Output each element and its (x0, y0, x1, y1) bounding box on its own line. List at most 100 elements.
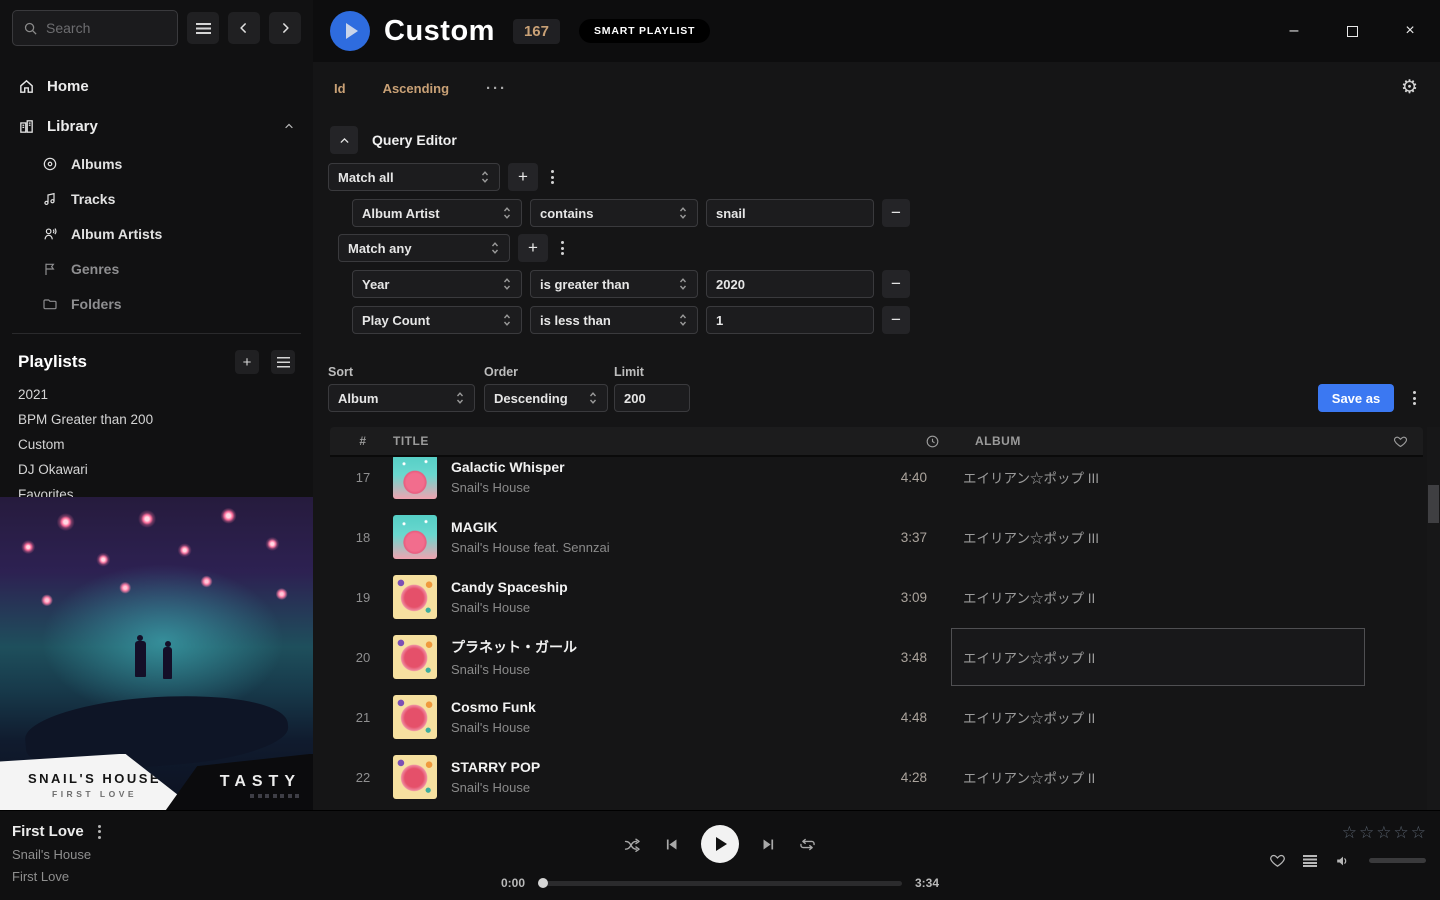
rule-operator-select[interactable]: contains (530, 199, 698, 227)
match-type-select[interactable]: Match all (328, 163, 500, 191)
scrollbar-thumb[interactable] (1428, 485, 1439, 523)
rule-operator-select[interactable]: is greater than (530, 270, 698, 298)
order-select[interactable]: Descending (484, 384, 608, 412)
sidebar-item-albums[interactable]: Albums (42, 146, 301, 181)
forward-button[interactable] (269, 12, 301, 44)
match-type-select[interactable]: Match any (338, 234, 510, 262)
volume-icon[interactable] (1334, 853, 1352, 869)
sidebar-item-folders[interactable]: Folders (42, 286, 301, 321)
queue-icon[interactable] (1303, 855, 1317, 867)
sidebar-item-home[interactable]: Home (12, 66, 301, 106)
column-header-favorite[interactable] (1378, 434, 1423, 449)
playlist-list-button[interactable] (271, 350, 295, 374)
star-icon[interactable]: ☆ (1359, 823, 1374, 843)
menu-button[interactable] (187, 12, 219, 44)
table-scrollbar[interactable] (1427, 427, 1440, 810)
add-playlist-button[interactable]: + (235, 350, 259, 374)
column-header-duration[interactable] (870, 434, 940, 449)
player-bar: First Love Snail's House First Love (0, 810, 1440, 900)
sort-order-control[interactable]: Ascending (383, 81, 449, 96)
track-artist[interactable]: Snail's House (451, 600, 857, 615)
remove-rule-button[interactable]: − (882, 199, 910, 227)
now-playing-album[interactable]: First Love (12, 869, 101, 884)
query-editor-collapse-button[interactable] (330, 126, 358, 154)
track-row[interactable]: 18 MAGIK Snail's House feat. Sennzai 3:3… (313, 507, 1440, 567)
rule-value-input[interactable] (716, 206, 864, 221)
now-playing-menu-button[interactable] (98, 825, 101, 839)
play-playlist-button[interactable] (330, 11, 370, 51)
track-artist[interactable]: Snail's House feat. Sennzai (451, 540, 857, 555)
repeat-button[interactable] (798, 836, 817, 853)
gear-icon[interactable]: ⚙ (1401, 76, 1418, 99)
sidebar-item-genres[interactable]: Genres (42, 251, 301, 286)
seek-slider[interactable] (538, 881, 902, 886)
track-artist[interactable]: Snail's House (451, 720, 857, 735)
play-pause-button[interactable] (701, 825, 739, 863)
track-album-cell[interactable]: エイリアン☆ポップ II (951, 748, 1365, 806)
now-playing-cover-art[interactable]: SNAIL'S HOUSE FIRST LOVE TASTY (0, 497, 313, 810)
previous-track-button[interactable] (663, 836, 680, 853)
column-header-title[interactable]: TITLE (393, 434, 870, 448)
track-row[interactable]: 21 Cosmo Funk Snail's House 4:48 エイリアン☆ポ… (313, 687, 1440, 747)
rating-stars[interactable]: ☆☆☆☆☆ (1342, 823, 1426, 843)
save-as-button[interactable]: Save as (1318, 384, 1394, 412)
track-artist[interactable]: Snail's House (451, 480, 857, 495)
sidebar-item-library[interactable]: Library (12, 106, 301, 146)
track-artist[interactable]: Snail's House (451, 780, 857, 795)
sort-select[interactable]: Album (328, 384, 475, 412)
playlist-item[interactable]: Custom (18, 432, 295, 457)
remove-rule-button[interactable]: − (882, 306, 910, 334)
star-icon[interactable]: ☆ (1342, 823, 1357, 843)
track-album-cell[interactable]: エイリアン☆ポップ III (951, 508, 1365, 566)
now-playing-artist[interactable]: Snail's House (12, 847, 101, 862)
star-icon[interactable]: ☆ (1376, 823, 1391, 843)
sidebar-item-tracks[interactable]: Tracks (42, 181, 301, 216)
track-album-cell[interactable]: エイリアン☆ポップ III (951, 457, 1365, 506)
track-row[interactable]: 22 STARRY POP Snail's House 4:28 エイリアン☆ポ… (313, 747, 1440, 807)
close-button[interactable]: × (1396, 17, 1424, 45)
rule-field-select[interactable]: Year (352, 270, 522, 298)
star-icon[interactable]: ☆ (1411, 823, 1426, 843)
rule-operator-select[interactable]: is less than (530, 306, 698, 334)
star-icon[interactable]: ☆ (1394, 823, 1409, 843)
column-header-album[interactable]: ALBUM (940, 434, 1378, 448)
track-row[interactable]: 17 Galactic Whisper Snail's House 4:40 エ… (313, 457, 1440, 507)
sort-field-control[interactable]: Id (334, 81, 346, 96)
remove-rule-button[interactable]: − (882, 270, 910, 298)
favorite-heart-icon[interactable] (1269, 852, 1286, 869)
group-menu-button[interactable] (545, 163, 559, 191)
shuffle-button[interactable] (623, 836, 642, 853)
playlist-item[interactable]: DJ Okawari (18, 457, 295, 482)
select-chevrons-icon (502, 205, 512, 221)
rule-value-input[interactable] (716, 313, 864, 328)
limit-input[interactable] (624, 391, 680, 406)
rule-field-select[interactable]: Album Artist (352, 199, 522, 227)
sidebar-item-album-artists[interactable]: Album Artists (42, 216, 301, 251)
track-row[interactable]: 20 プラネット・ガール Snail's House 3:48 エイリアン☆ポッ… (313, 627, 1440, 687)
minimize-button[interactable]: – (1280, 17, 1308, 45)
more-options-button[interactable]: ··· (486, 80, 507, 97)
rule-value-input[interactable] (716, 277, 864, 292)
track-row[interactable]: 19 Candy Spaceship Snail's House 3:09 エイ… (313, 567, 1440, 627)
chevron-up-icon[interactable] (283, 120, 295, 132)
playlist-item[interactable]: 2021 (18, 382, 295, 407)
rule-field-select[interactable]: Play Count (352, 306, 522, 334)
track-album-cell[interactable]: エイリアン☆ポップ II (951, 568, 1365, 626)
maximize-button[interactable] (1338, 17, 1366, 45)
back-button[interactable] (228, 12, 260, 44)
add-rule-button[interactable]: + (518, 234, 548, 262)
track-album-cell[interactable]: エイリアン☆ポップ II (951, 688, 1365, 746)
column-header-number[interactable]: # (343, 434, 383, 448)
next-track-button[interactable] (760, 836, 777, 853)
add-rule-button[interactable]: + (508, 163, 538, 191)
track-album-cell[interactable]: エイリアン☆ポップ II (951, 628, 1365, 686)
track-artist[interactable]: Snail's House (451, 662, 857, 677)
seek-handle[interactable] (538, 878, 548, 888)
volume-slider[interactable] (1369, 858, 1426, 863)
search-input[interactable] (46, 20, 167, 36)
group-menu-button[interactable] (555, 234, 569, 262)
search-box[interactable] (12, 10, 178, 46)
playlist-item[interactable]: BPM Greater than 200 (18, 407, 295, 432)
save-menu-button[interactable] (1407, 384, 1421, 412)
now-playing-title[interactable]: First Love (12, 823, 84, 840)
